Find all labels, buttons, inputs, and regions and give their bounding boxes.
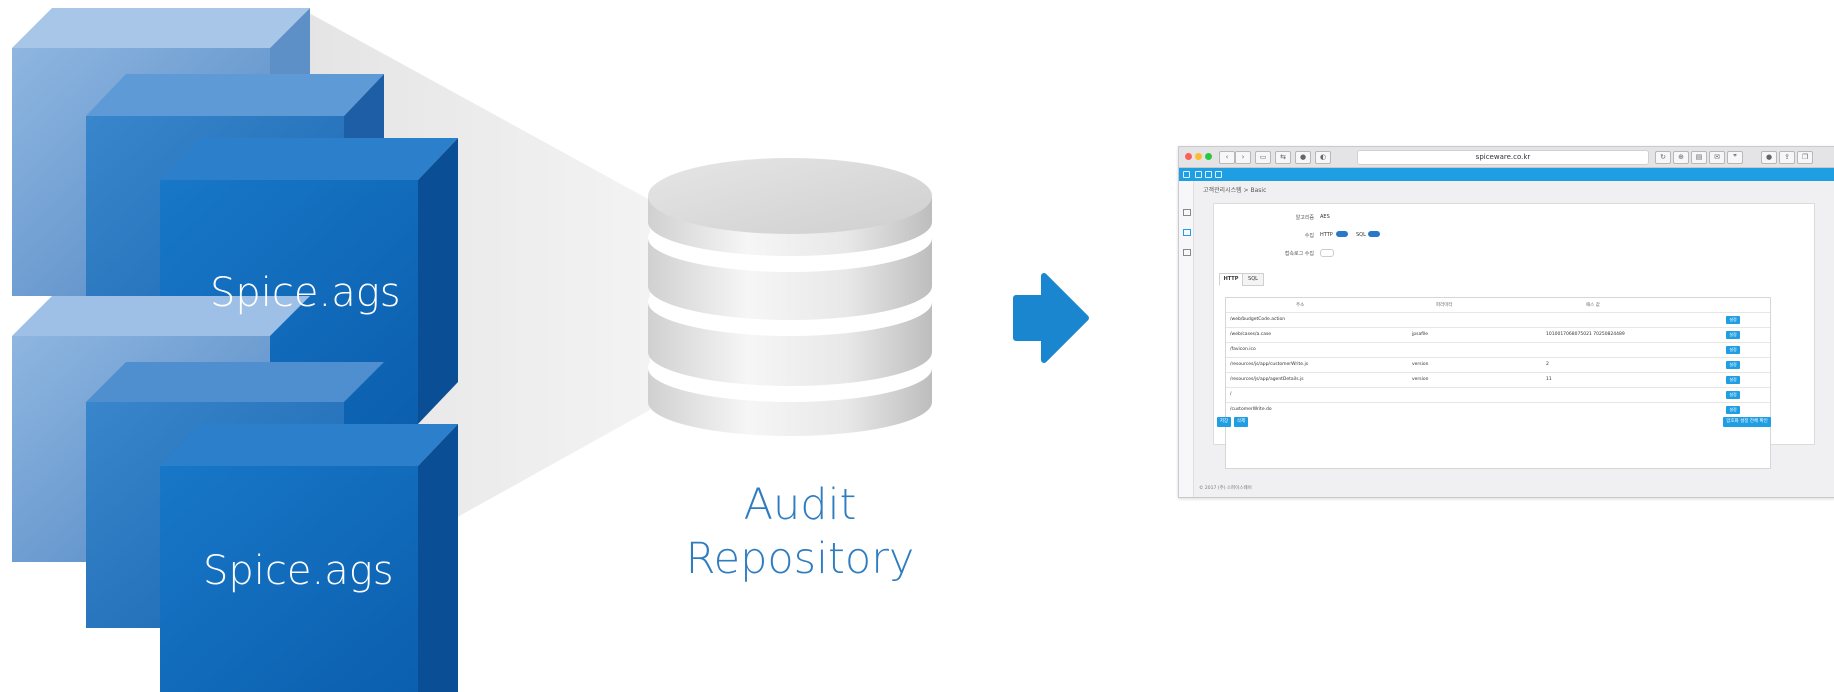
table-row: /resources/js/app/agentDetails.js version…	[1226, 372, 1770, 388]
table-cell-param: jpsafile	[1412, 332, 1429, 337]
tabs-icon: ❐	[1797, 151, 1813, 164]
repository-label: Audit Repository	[660, 478, 940, 586]
row-settings-button: 설정	[1726, 361, 1740, 369]
sql-toggle-label: SQL	[1356, 232, 1366, 238]
table-row: / 설정	[1226, 387, 1770, 403]
save-button: 저장	[1217, 417, 1231, 427]
row-settings-button: 설정	[1726, 406, 1740, 414]
agent-label-1: Spice.ags	[210, 270, 401, 316]
field-value-algorithm: AES	[1320, 214, 1330, 220]
field-label-algorithm: 알고리즘	[1295, 215, 1314, 221]
table-cell-value: 1010017068075021 70250824489	[1546, 332, 1625, 337]
reload-icon: ↻	[1655, 151, 1671, 164]
row-settings-button: 설정	[1726, 331, 1740, 339]
apply-button: 암호화 설정 전체 확인	[1723, 417, 1771, 427]
flow-arrow-icon	[1013, 273, 1089, 363]
table-cell-path: /customerWrite.do	[1230, 407, 1272, 412]
table-cell-value: 2	[1546, 362, 1549, 367]
row-settings-button: 설정	[1726, 316, 1740, 324]
record-icon: ●	[1761, 151, 1777, 164]
forward-icon: ›	[1235, 151, 1251, 164]
chat-icon: ❞	[1727, 151, 1743, 164]
table-cell-path: /resources/js/app/agentDetails.js	[1230, 377, 1304, 382]
table-cell-value: 11	[1546, 377, 1552, 382]
print-icon: ▤	[1691, 151, 1707, 164]
table-row: /customerWrite.do 설정	[1226, 402, 1770, 418]
tab-http: HTTP	[1219, 273, 1243, 286]
table-cell-path: /favicon.ico	[1230, 347, 1256, 352]
sidebar-report-icon	[1183, 249, 1191, 256]
tools-icon: ◐	[1315, 151, 1331, 164]
sidebar-icon: ▭	[1255, 151, 1271, 164]
table-row: /favicon.ico 설정	[1226, 342, 1770, 358]
delete-button: 삭제	[1234, 417, 1248, 427]
repository-label-line1: Audit	[743, 480, 857, 530]
sql-toggle	[1368, 231, 1380, 237]
zoom-dot-icon	[1205, 153, 1212, 160]
row-settings-button: 설정	[1726, 346, 1740, 354]
home-icon	[1195, 171, 1202, 178]
download-icon: ⊕	[1673, 151, 1689, 164]
table-cell-path: /	[1230, 392, 1232, 397]
agent-label-2: Spice.ags	[203, 548, 394, 594]
cloud-icon	[1183, 171, 1190, 178]
mail-icon: ✉	[1709, 151, 1725, 164]
repository-label-line2: Repository	[685, 534, 915, 584]
table-row: /web/budgetCode.action 설정	[1226, 312, 1770, 328]
table-cell-param: version	[1412, 377, 1429, 382]
field-label-access-log: 접속로그 수집	[1284, 251, 1314, 257]
column-header-value: 패스 값	[1586, 303, 1600, 308]
close-dot-icon	[1185, 153, 1192, 160]
minimize-dot-icon	[1195, 153, 1202, 160]
column-header-path: 주소	[1296, 303, 1305, 308]
export-icon: ⇪	[1779, 151, 1795, 164]
product-screenshot: ‹ › ▭ ⇆ ● ◐ spiceware.co.kr ↻ ⊕ ▤ ✉ ❞ ● …	[1178, 146, 1834, 498]
column-header-param: 파라미터	[1436, 303, 1453, 308]
app-sidebar	[1179, 181, 1194, 497]
table-cell-path: /web/cases/a.case	[1230, 332, 1272, 337]
table-row: /web/cases/a.case jpsafile 101001706807502…	[1226, 327, 1770, 343]
row-settings-button: 설정	[1726, 376, 1740, 384]
database-icon	[648, 158, 932, 436]
table-cell-path: /resources/js/app/customerWrite.js	[1230, 362, 1309, 367]
app-header-bar	[1179, 168, 1834, 181]
table-cell-param: version	[1412, 362, 1429, 367]
footer: © 2017 (주) 스파이스웨어	[1199, 486, 1252, 491]
access-log-toggle	[1320, 249, 1334, 257]
url-table: 주소 파라미터 패스 값 /web/budgetCode.action 설정/we…	[1225, 297, 1771, 469]
table-row: /resources/js/app/customerWrite.js versio…	[1226, 357, 1770, 373]
table-cell-path: /web/budgetCode.action	[1230, 317, 1286, 322]
share-icon: ⇆	[1275, 151, 1291, 164]
user-icon	[1205, 171, 1212, 178]
info-icon: ●	[1295, 151, 1311, 164]
http-toggle-label: HTTP	[1320, 232, 1333, 238]
back-icon: ‹	[1219, 151, 1235, 164]
breadcrumb: 고객관리시스템 > Basic	[1203, 187, 1267, 194]
browser-titlebar: ‹ › ▭ ⇆ ● ◐ spiceware.co.kr ↻ ⊕ ▤ ✉ ❞ ● …	[1179, 147, 1834, 168]
tab-sql: SQL	[1242, 273, 1264, 286]
field-label-collect: 수집	[1304, 233, 1314, 239]
sidebar-monitor-icon	[1183, 209, 1191, 216]
http-toggle	[1336, 231, 1348, 237]
sidebar-settings-icon	[1183, 229, 1191, 236]
lock-icon	[1215, 171, 1222, 178]
url-bar: spiceware.co.kr	[1357, 150, 1649, 165]
row-settings-button: 설정	[1726, 391, 1740, 399]
